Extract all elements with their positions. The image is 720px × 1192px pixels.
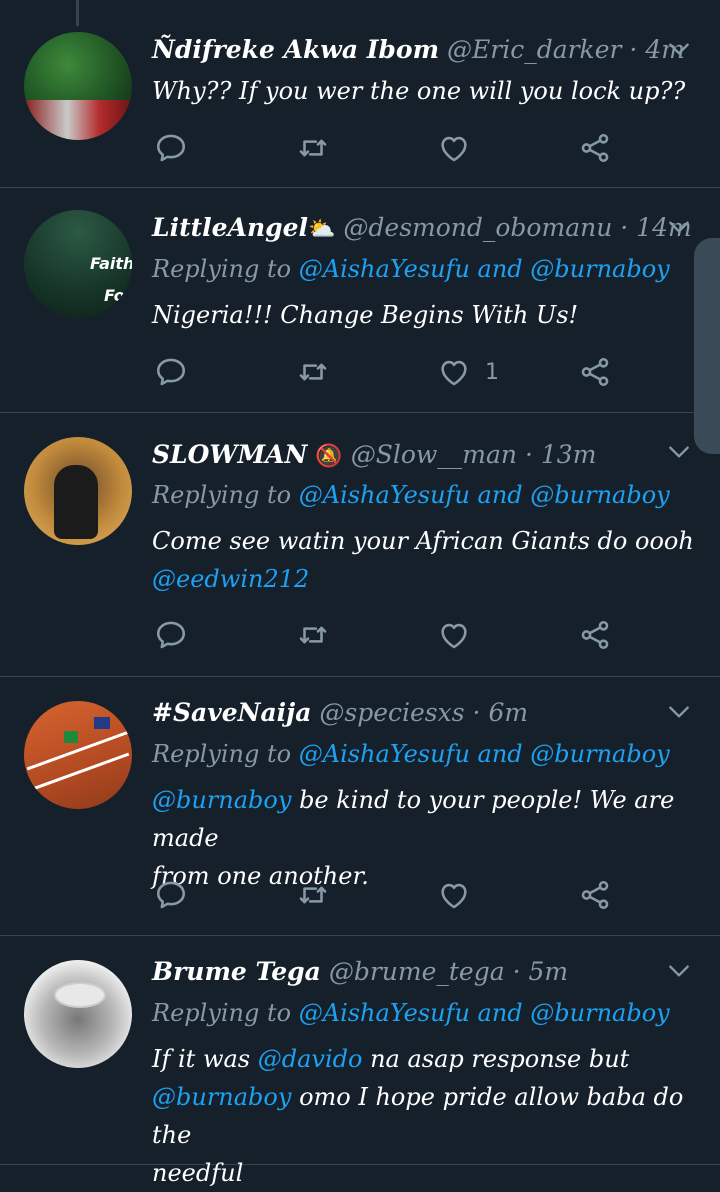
like-button[interactable] — [437, 615, 485, 655]
tweet-actions: 1 — [152, 352, 632, 392]
share-button[interactable] — [578, 352, 612, 392]
replying-to-links[interactable]: @AishaYesufu and @burnaboy — [299, 255, 670, 283]
display-name[interactable]: LittleAngel — [152, 213, 308, 242]
replying-to-label: Replying to — [152, 740, 292, 768]
avatar-text: Faith — [90, 254, 132, 273]
reply-icon — [154, 618, 188, 652]
timestamp[interactable]: 13m — [541, 440, 597, 469]
tweet-text-line: needful — [152, 1159, 244, 1187]
avatar[interactable] — [24, 960, 132, 1068]
retweet-icon — [296, 131, 330, 165]
chevron-down-icon[interactable] — [666, 699, 692, 725]
replying-to-label: Replying to — [152, 999, 292, 1027]
reply-button[interactable] — [154, 875, 188, 915]
replying-to-links[interactable]: @AishaYesufu and @burnaboy — [299, 481, 670, 509]
mention-link[interactable]: @davido — [258, 1045, 363, 1073]
tweet-text: Why?? If you wer the one will you lock u… — [152, 77, 686, 105]
avatar-text: Fo — [104, 286, 125, 305]
chevron-down-icon[interactable] — [666, 958, 692, 984]
like-icon — [437, 618, 471, 652]
scrollbar-thumb[interactable] — [694, 238, 720, 454]
tweet-text-segment: If it was — [152, 1045, 258, 1073]
timestamp[interactable]: 6m — [488, 698, 528, 727]
tweet-text-segment: na asap response but — [362, 1045, 630, 1073]
separator-dot: · — [472, 698, 481, 727]
display-name[interactable]: #SaveNaija — [152, 698, 311, 727]
mention-link[interactable]: @burnaboy — [152, 1083, 291, 1111]
tweet-actions — [152, 875, 632, 915]
display-name[interactable]: SLOWMAN — [152, 440, 307, 469]
timestamp[interactable]: 5m — [529, 957, 569, 986]
reply-icon — [154, 355, 188, 389]
tweet[interactable]: Ñdifreke Akwa Ibom @Eric_darker · 4m Why… — [0, 0, 720, 188]
replying-to-label: Replying to — [152, 481, 292, 509]
tweet[interactable]: SLOWMAN 🔕 @Slow__man · 13m Replying to @… — [0, 413, 720, 677]
like-button[interactable]: 1 — [437, 352, 499, 392]
share-button[interactable] — [578, 128, 612, 168]
like-button[interactable] — [437, 875, 485, 915]
reply-icon — [154, 131, 188, 165]
reply-button[interactable] — [154, 352, 188, 392]
reply-button[interactable] — [154, 128, 188, 168]
reply-button[interactable] — [154, 615, 188, 655]
separator-dot: · — [512, 957, 521, 986]
tweet[interactable]: Faith Fo LittleAngel⛅ @desmond_obomanu ·… — [0, 188, 720, 413]
separator-dot: · — [524, 440, 533, 469]
share-icon — [578, 355, 612, 389]
tweet-actions — [152, 128, 632, 168]
separator-dot: · — [629, 35, 638, 64]
avatar[interactable] — [24, 437, 132, 545]
display-name[interactable]: Ñdifreke Akwa Ibom — [152, 35, 439, 64]
tweet[interactable]: #SaveNaija @speciesxs · 6m Replying to @… — [0, 677, 720, 936]
sun-cloud-emoji: ⛅ — [308, 217, 336, 242]
bell-off-emoji: 🔕 — [315, 444, 343, 469]
chevron-down-icon[interactable] — [666, 439, 692, 465]
user-handle[interactable]: @speciesxs — [319, 698, 464, 727]
avatar[interactable]: Faith Fo — [24, 210, 132, 318]
retweet-button[interactable] — [296, 875, 330, 915]
tweet-text-line: Come see watin your African Giants do oo… — [152, 527, 694, 555]
avatar[interactable] — [24, 701, 132, 809]
replying-to: Replying to @AishaYesufu and @burnaboy — [152, 996, 670, 1030]
tweet-text: If it was @davido na asap response but @… — [152, 1040, 700, 1192]
user-handle[interactable]: @Eric_darker — [447, 35, 621, 64]
user-handle[interactable]: @desmond_obomanu — [343, 213, 612, 242]
like-button[interactable] — [437, 128, 485, 168]
retweet-icon — [296, 618, 330, 652]
user-handle[interactable]: @Slow__man — [351, 440, 517, 469]
replying-to-label: Replying to — [152, 255, 292, 283]
like-icon — [437, 878, 471, 912]
tweet-text: Nigeria!!! Change Begins With Us! — [152, 301, 579, 329]
separator-dot: · — [620, 213, 629, 242]
avatar[interactable] — [24, 32, 132, 140]
share-icon — [578, 878, 612, 912]
retweet-button[interactable] — [296, 128, 330, 168]
retweet-button[interactable] — [296, 615, 330, 655]
like-icon — [437, 131, 471, 165]
user-handle[interactable]: @brume_tega — [329, 957, 505, 986]
display-name[interactable]: Brume Tega — [152, 957, 321, 986]
chevron-down-icon[interactable] — [666, 214, 692, 240]
tweet[interactable]: Brume Tega @brume_tega · 5m Replying to … — [0, 936, 720, 1187]
reply-icon — [154, 878, 188, 912]
share-icon — [578, 131, 612, 165]
like-count: 1 — [485, 359, 499, 385]
like-icon — [437, 355, 471, 389]
replying-to: Replying to @AishaYesufu and @burnaboy — [152, 478, 670, 512]
share-button[interactable] — [578, 615, 612, 655]
share-icon — [578, 618, 612, 652]
tweet-actions — [152, 615, 632, 655]
replying-to-links[interactable]: @AishaYesufu and @burnaboy — [299, 999, 670, 1027]
replying-to-links[interactable]: @AishaYesufu and @burnaboy — [299, 740, 670, 768]
mention-link[interactable]: @eedwin212 — [152, 560, 700, 598]
share-button[interactable] — [578, 875, 612, 915]
retweet-button[interactable] — [296, 352, 330, 392]
replying-to: Replying to @AishaYesufu and @burnaboy — [152, 737, 670, 771]
retweet-icon — [296, 355, 330, 389]
retweet-icon — [296, 878, 330, 912]
mention-link[interactable]: @burnaboy — [152, 786, 291, 814]
tweet-text: Come see watin your African Giants do oo… — [152, 522, 700, 598]
chevron-down-icon[interactable] — [666, 36, 692, 62]
replying-to: Replying to @AishaYesufu and @burnaboy — [152, 252, 670, 286]
